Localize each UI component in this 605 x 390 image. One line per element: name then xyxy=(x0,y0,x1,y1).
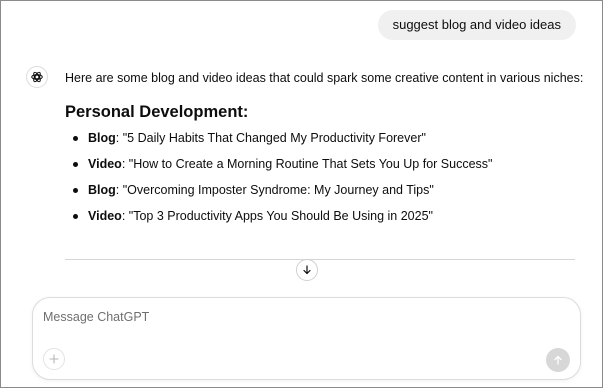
bullet-icon xyxy=(73,214,78,219)
list-item: Video: "Top 3 Productivity Apps You Shou… xyxy=(65,206,492,232)
idea-type: Video xyxy=(88,209,122,223)
bullet-icon xyxy=(73,136,78,141)
divider xyxy=(65,259,575,260)
idea-type: Blog xyxy=(88,131,116,145)
idea-type: Blog xyxy=(88,183,116,197)
plus-icon xyxy=(49,354,59,364)
openai-logo-icon xyxy=(26,66,48,88)
bullet-icon xyxy=(73,188,78,193)
section-heading: Personal Development: xyxy=(65,103,249,121)
assistant-intro-text: Here are some blog and video ideas that … xyxy=(65,71,584,85)
list-item: Blog: "5 Daily Habits That Changed My Pr… xyxy=(65,128,492,154)
attach-button[interactable] xyxy=(43,348,65,370)
idea-text: : "5 Daily Habits That Changed My Produc… xyxy=(115,131,426,145)
idea-text: : "How to Create a Morning Routine That … xyxy=(121,157,493,171)
idea-text: : "Overcoming Imposter Syndrome: My Jour… xyxy=(115,183,434,197)
bullet-icon xyxy=(73,162,78,167)
list-item: Blog: "Overcoming Imposter Syndrome: My … xyxy=(65,180,492,206)
idea-list: Blog: "5 Daily Habits That Changed My Pr… xyxy=(65,128,492,232)
idea-type: Video xyxy=(88,157,122,171)
message-composer xyxy=(32,297,581,380)
send-button[interactable] xyxy=(546,348,570,372)
message-input[interactable] xyxy=(43,306,513,328)
user-message-bubble: suggest blog and video ideas xyxy=(377,10,576,40)
scroll-to-bottom-button[interactable] xyxy=(296,259,318,281)
list-item: Video: "How to Create a Morning Routine … xyxy=(65,154,492,180)
arrow-up-icon xyxy=(554,355,562,365)
arrow-down-icon xyxy=(303,265,311,275)
idea-text: : "Top 3 Productivity Apps You Should Be… xyxy=(121,209,433,223)
